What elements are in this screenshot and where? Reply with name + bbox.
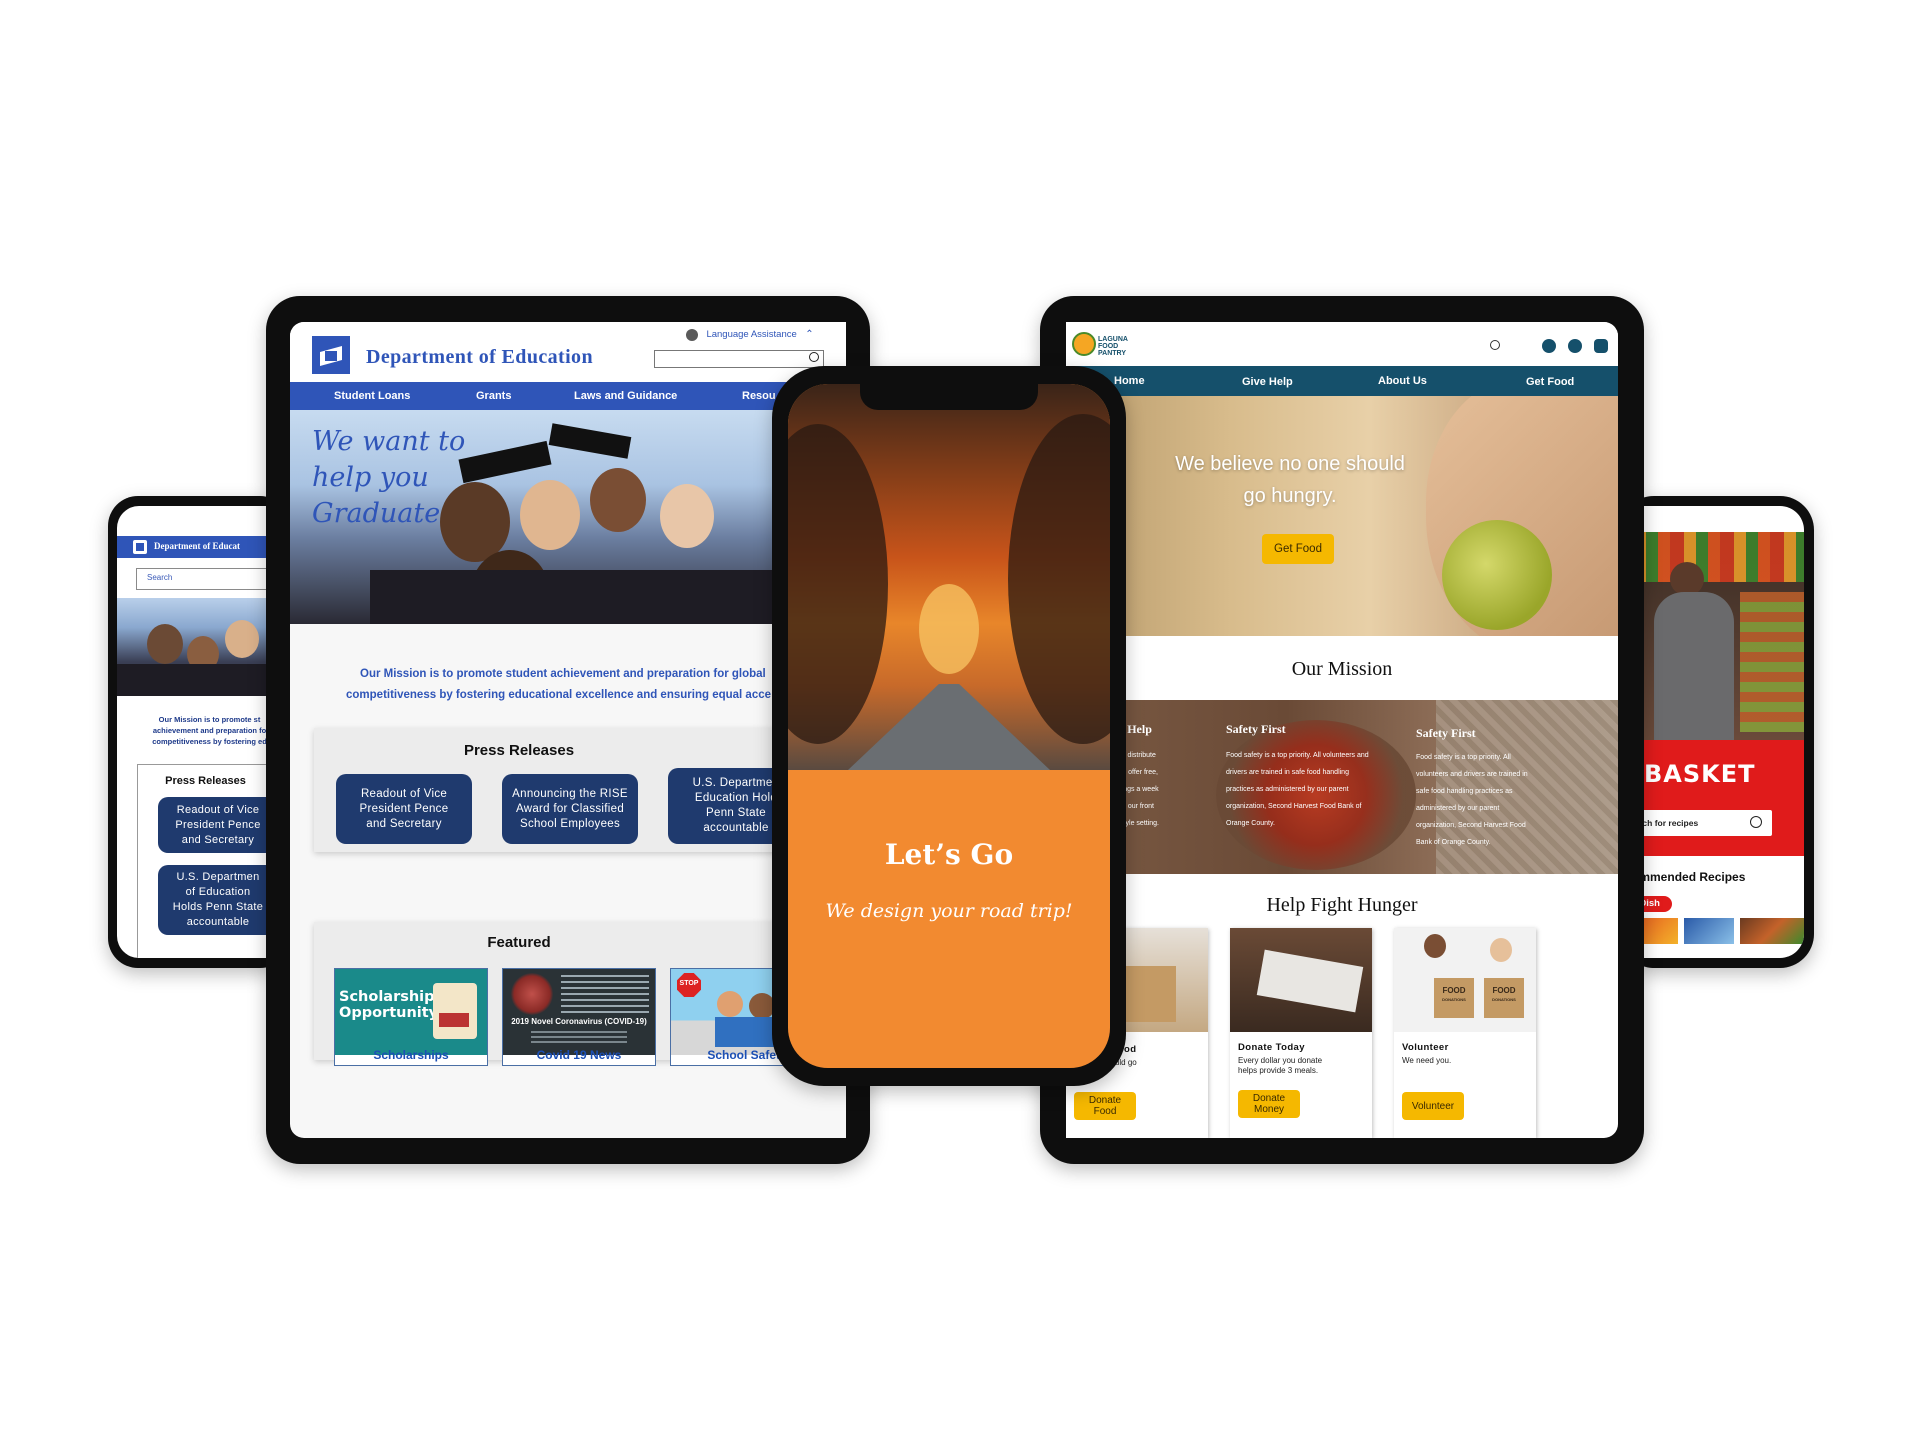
mission-col-2: Safety First Food safety is a top priori… bbox=[1226, 722, 1369, 827]
volunteer-card: FOOD DONATIONS FOOD DONATIONS Volunteer … bbox=[1394, 928, 1536, 1138]
virus-icon bbox=[511, 973, 553, 1015]
laguna-tablet-device: LAGUNA FOOD PANTRY Home Give Help About … bbox=[1040, 296, 1644, 1164]
press-release-card[interactable]: Readout of Vice President Pence and Secr… bbox=[158, 797, 278, 853]
mission-image-band: are Hear to Help ion is to collect and d… bbox=[1066, 700, 1618, 874]
featured-title: Featured bbox=[487, 934, 551, 951]
featured-caption: Covid 19 News bbox=[536, 1048, 622, 1062]
mission-col-3: Safety First Food safety is a top priori… bbox=[1416, 726, 1528, 846]
donate-today-card: Donate Today Every dollar you donate hel… bbox=[1230, 928, 1372, 1138]
edu-tablet-screen: Department of Education Language Assista… bbox=[290, 322, 846, 1138]
laguna-logo-text: LAGUNA FOOD PANTRY bbox=[1098, 336, 1128, 357]
laguna-hero-image: We believe no one should go hungry. Get … bbox=[1066, 396, 1618, 636]
featured-panel: Featured Scholarship Opportunity Scholar… bbox=[314, 922, 846, 1066]
basket-phone-screen: BASKET Search for recipes Recommended Re… bbox=[1620, 506, 1804, 958]
press-releases-title: Press Releases bbox=[463, 742, 575, 759]
laguna-header: LAGUNA FOOD PANTRY bbox=[1066, 322, 1618, 366]
basket-logo: BASKET bbox=[1644, 760, 1756, 788]
autumn-road-image bbox=[788, 384, 1110, 770]
press-release-card[interactable]: Announcing the RISE Award for Classified… bbox=[502, 774, 638, 844]
edu-logo-icon bbox=[133, 540, 147, 554]
search-icon bbox=[809, 352, 819, 362]
apple-image bbox=[1442, 520, 1552, 630]
stop-sign-icon: STOP bbox=[677, 973, 701, 997]
laguna-logo-icon bbox=[1072, 332, 1096, 356]
language-assistance-link[interactable]: Language Assistance ⌃ bbox=[686, 326, 814, 342]
get-food-button[interactable]: Get Food bbox=[1262, 534, 1334, 564]
nav-give-help[interactable]: Give Help bbox=[1242, 376, 1293, 388]
road-trip-subtitle: We design your road trip! bbox=[825, 900, 1073, 922]
nav-get-food[interactable]: Get Food bbox=[1526, 376, 1574, 388]
press-release-card[interactable]: Readout of Vice President Pence and Secr… bbox=[336, 774, 472, 844]
instagram-icon[interactable] bbox=[1594, 339, 1608, 353]
scholarship-image: Scholarship Opportunity bbox=[335, 969, 487, 1055]
press-release-card[interactable]: U.S. Departmen of Education Holds Penn S… bbox=[158, 865, 278, 935]
basket-hero-image bbox=[1620, 532, 1804, 740]
edu-nav: Student Loans Grants Laws and Guidance R… bbox=[290, 382, 846, 410]
basket-red-banner: BASKET Search for recipes bbox=[1620, 740, 1804, 856]
edu-hero-image: We want to help you Graduate bbox=[290, 410, 846, 624]
road-trip-phone-device: Let’s Go We design your road trip! bbox=[772, 366, 1126, 1086]
featured-caption: Scholarships bbox=[373, 1048, 449, 1062]
volunteers-image: FOOD DONATIONS FOOD DONATIONS bbox=[1394, 928, 1536, 1032]
our-mission-title: Our Mission bbox=[1291, 658, 1393, 680]
featured-card-covid[interactable]: 2019 Novel Coronavirus (COVID-19) Covid … bbox=[502, 968, 656, 1066]
recipe-thumb[interactable] bbox=[1684, 918, 1734, 944]
edu-phone-press-title: Press Releases bbox=[165, 775, 246, 787]
road-trip-phone-screen: Let’s Go We design your road trip! bbox=[788, 384, 1110, 1068]
search-placeholder: Search bbox=[147, 573, 173, 582]
search-input[interactable] bbox=[654, 350, 824, 368]
hero-tagline: We want to help you Graduate bbox=[312, 426, 466, 529]
donate-food-button[interactable]: Donate Food bbox=[1074, 1092, 1136, 1120]
donate-money-button[interactable]: Donate Money bbox=[1238, 1090, 1300, 1118]
volunteer-button[interactable]: Volunteer bbox=[1402, 1092, 1464, 1120]
road-trip-title: Let’s Go bbox=[884, 838, 1014, 871]
nav-about-us[interactable]: About Us bbox=[1378, 375, 1427, 387]
speech-bubble-icon bbox=[686, 328, 698, 341]
help-fight-hunger-title: Help Fight Hunger bbox=[1266, 894, 1418, 916]
hero-headline: We believe no one should go hungry. bbox=[1175, 453, 1405, 507]
food-donation-box: FOOD DONATIONS bbox=[1484, 978, 1524, 1018]
basket-phone-device: BASKET Search for recipes Recommended Re… bbox=[1620, 496, 1814, 968]
nav-grants[interactable]: Grants bbox=[476, 390, 511, 402]
edu-mission-text: Our Mission is to promote student achiev… bbox=[346, 668, 772, 701]
chevron-up-icon: ⌃ bbox=[805, 329, 814, 341]
search-icon[interactable] bbox=[1750, 816, 1762, 828]
edu-phone-header: Department of Educat bbox=[117, 536, 290, 558]
laguna-nav: Home Give Help About Us Get Food bbox=[1066, 366, 1618, 396]
edu-phone-hero bbox=[117, 598, 290, 696]
notch bbox=[860, 384, 1038, 410]
covid-image: 2019 Novel Coronavirus (COVID-19) bbox=[503, 969, 655, 1055]
nav-laws-guidance[interactable]: Laws and Guidance bbox=[574, 390, 677, 402]
nav-resources[interactable]: Resou bbox=[742, 390, 776, 402]
edu-phone-screen: Department of Educat Search Our Mission … bbox=[117, 506, 290, 958]
check-writing-image bbox=[1230, 928, 1372, 1032]
nav-home[interactable]: Home bbox=[1114, 375, 1145, 387]
facebook-icon[interactable] bbox=[1542, 339, 1556, 353]
edu-logo-icon bbox=[312, 336, 350, 374]
twitter-icon[interactable] bbox=[1568, 339, 1582, 353]
edu-phone-device: Department of Educat Search Our Mission … bbox=[108, 496, 290, 968]
edu-phone-title: Department of Educat bbox=[154, 541, 240, 551]
road bbox=[848, 684, 1050, 770]
press-releases-panel: Press Releases Readout of Vice President… bbox=[314, 728, 846, 852]
edu-header: Department of Education Language Assista… bbox=[290, 322, 846, 382]
search-icon[interactable] bbox=[1490, 340, 1500, 350]
food-donation-box: FOOD DONATIONS bbox=[1434, 978, 1474, 1018]
recipe-thumb[interactable] bbox=[1740, 918, 1804, 944]
nav-student-loans[interactable]: Student Loans bbox=[334, 390, 410, 402]
featured-card-scholarships[interactable]: Scholarship Opportunity Scholarships bbox=[334, 968, 488, 1066]
edu-site-title: Department of Education bbox=[366, 346, 593, 368]
laguna-tablet-screen: LAGUNA FOOD PANTRY Home Give Help About … bbox=[1066, 322, 1618, 1138]
